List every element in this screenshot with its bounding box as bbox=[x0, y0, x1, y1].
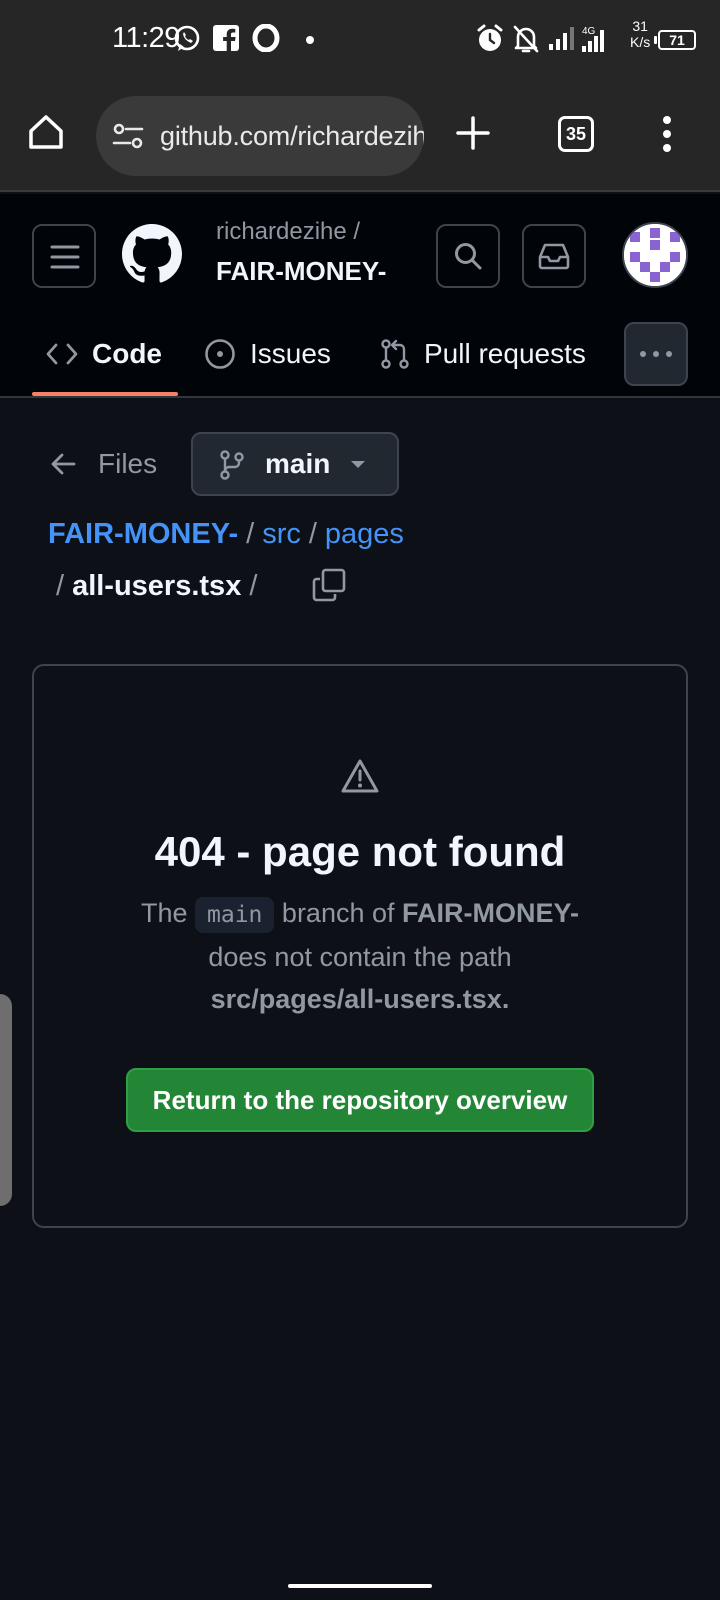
notification-dot bbox=[306, 36, 314, 44]
git-branch-icon bbox=[220, 450, 244, 480]
user-avatar[interactable] bbox=[622, 222, 688, 288]
text-branch-of: branch of bbox=[281, 898, 395, 928]
copy-path-icon[interactable] bbox=[312, 568, 346, 602]
more-vert-icon[interactable] bbox=[662, 116, 672, 152]
network-speed-unit: K/s bbox=[630, 34, 651, 50]
network-type: 4G bbox=[582, 26, 596, 37]
github-logo-icon[interactable] bbox=[122, 224, 182, 284]
facebook-icon bbox=[213, 25, 239, 52]
network-speed-value: 31 bbox=[632, 18, 648, 34]
identicon-avatar bbox=[624, 224, 686, 286]
site-settings-icon[interactable] bbox=[112, 122, 144, 150]
tab-switcher-button[interactable]: 35 bbox=[558, 116, 594, 152]
tab-issues[interactable]: Issues bbox=[204, 312, 331, 396]
breadcrumb-current-file: all-users.tsx bbox=[72, 570, 242, 602]
not-found-panel: 404 - page not found The main branch of … bbox=[32, 664, 688, 1228]
tab-pull-requests-label: Pull requests bbox=[424, 338, 586, 369]
notifications-off-icon bbox=[513, 25, 539, 53]
address-bar[interactable]: github.com/richardezihe bbox=[96, 96, 424, 176]
hamburger-menu-button[interactable] bbox=[32, 224, 96, 288]
search-button[interactable] bbox=[436, 224, 500, 288]
breadcrumb-separator: / bbox=[308, 518, 317, 550]
branch-selector-button[interactable]: main bbox=[191, 432, 399, 496]
branch-code-chip: main bbox=[195, 897, 275, 933]
battery-indicator: 71 bbox=[654, 30, 696, 50]
whatsapp-icon bbox=[174, 25, 200, 51]
github-header: richardezihe / FAIR-MONEY- Code Issues P… bbox=[0, 194, 720, 398]
not-found-line-1: The main branch of FAIR-MONEY- bbox=[34, 892, 686, 936]
caret-down-icon bbox=[351, 461, 365, 468]
tab-issues-label: Issues bbox=[250, 338, 331, 369]
breadcrumb-file-line: / all-users.tsx / bbox=[56, 570, 265, 603]
text-the: The bbox=[140, 898, 188, 928]
missing-path-text: src/pages/all-users.tsx. bbox=[210, 984, 510, 1014]
browser-toolbar: github.com/richardezihe 35 bbox=[0, 80, 720, 192]
status-bar: 11:29 4G 31 K/s 71 bbox=[0, 0, 720, 80]
status-time: 11:29 bbox=[112, 22, 180, 54]
alert-icon bbox=[341, 759, 379, 793]
tab-code-label: Code bbox=[92, 338, 162, 369]
breadcrumb: FAIR-MONEY- / src / pages bbox=[48, 518, 404, 551]
alarm-icon bbox=[477, 24, 503, 51]
kebab-horizontal-icon bbox=[640, 351, 672, 357]
branch-name: main bbox=[265, 448, 331, 479]
search-icon bbox=[455, 243, 482, 270]
tab-code[interactable]: Code bbox=[46, 312, 162, 396]
edge-panel-handle[interactable] bbox=[0, 994, 12, 1206]
more-tabs-button[interactable] bbox=[624, 322, 688, 386]
breadcrumb-separator: / bbox=[249, 570, 258, 602]
not-found-title: 404 - page not found bbox=[154, 828, 566, 875]
arrow-left-icon bbox=[51, 453, 76, 475]
files-label: Files bbox=[98, 448, 158, 479]
signal-icon bbox=[549, 27, 574, 50]
not-found-message: The main branch of FAIR-MONEY- does not … bbox=[34, 892, 686, 1020]
url-text: github.com/richardezihe bbox=[160, 121, 424, 151]
opera-icon bbox=[252, 24, 280, 52]
tab-pull-requests[interactable]: Pull requests bbox=[380, 312, 586, 396]
issue-opened-icon bbox=[205, 339, 235, 369]
return-to-repo-button[interactable]: Return to the repository overview bbox=[126, 1068, 594, 1132]
home-icon[interactable] bbox=[26, 112, 66, 152]
repo-name-link[interactable]: FAIR-MONEY- bbox=[216, 256, 386, 287]
code-icon bbox=[46, 343, 78, 365]
inbox-button[interactable] bbox=[522, 224, 586, 288]
files-back-link[interactable]: Files bbox=[50, 448, 157, 480]
breadcrumb-pages-link[interactable]: pages bbox=[325, 518, 404, 550]
signal-4g-icon: 4G bbox=[582, 26, 604, 52]
breadcrumb-separator: / bbox=[246, 518, 255, 550]
repo-owner-link[interactable]: richardezihe / bbox=[216, 218, 360, 246]
breadcrumb-src-link[interactable]: src bbox=[262, 518, 301, 550]
new-tab-icon[interactable] bbox=[456, 116, 490, 150]
text-no-path: does not contain the path bbox=[208, 942, 512, 972]
inbox-icon bbox=[538, 243, 570, 270]
repo-tab-nav: Code Issues Pull requests bbox=[0, 312, 720, 398]
breadcrumb-separator: / bbox=[56, 570, 65, 602]
gesture-nav-bar[interactable] bbox=[288, 1584, 432, 1588]
active-tab-underline bbox=[32, 392, 178, 396]
network-speed: 31 K/s bbox=[630, 18, 650, 50]
repo-name-text: FAIR-MONEY- bbox=[402, 898, 580, 928]
git-pull-request-icon bbox=[381, 339, 409, 369]
breadcrumb-repo-link[interactable]: FAIR-MONEY- bbox=[48, 518, 238, 550]
hamburger-icon bbox=[50, 245, 80, 269]
